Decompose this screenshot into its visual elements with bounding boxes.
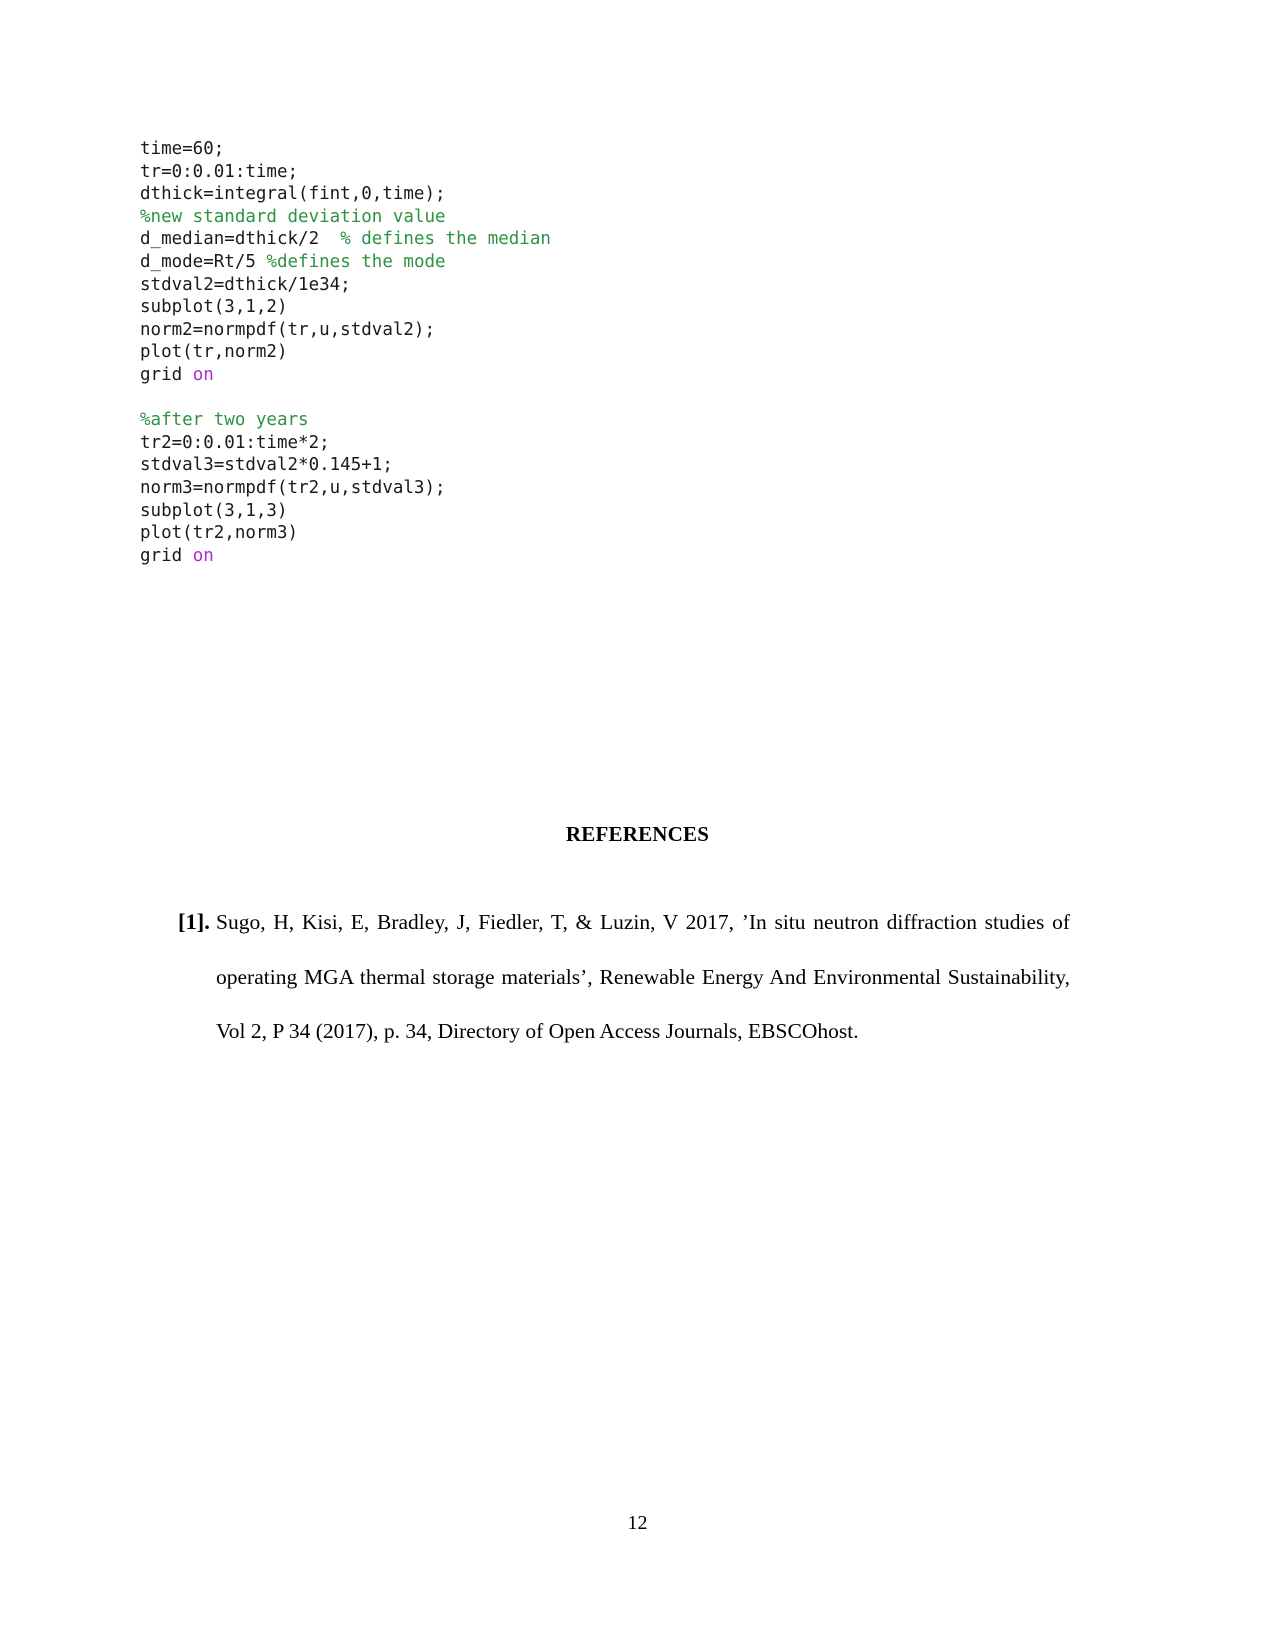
code-token-plain: stdval2=dthick/1e34; bbox=[140, 274, 351, 295]
code-token-plain: grid bbox=[140, 364, 193, 385]
code-line: norm3=normpdf(tr2,u,stdval3); bbox=[140, 477, 1100, 500]
document-page: time=60; tr=0:0.01:time; dthick=integral(f… bbox=[0, 0, 1275, 1650]
code-line: stdval3=stdval2*0.145+1; bbox=[140, 454, 1100, 477]
references-heading: REFERENCES bbox=[565, 822, 710, 846]
code-token-plain: d_median=dthick/2 bbox=[140, 229, 341, 250]
page-number: 12 bbox=[627, 1512, 648, 1534]
code-line: %after two years bbox=[140, 409, 1100, 432]
code-token-plain: stdval3=stdval2*0.145+1; bbox=[140, 455, 393, 476]
code-line: norm2=normpdf(tr,u,stdval2); bbox=[140, 319, 1100, 342]
code-line: grid on bbox=[140, 364, 1100, 387]
code-token-plain: norm2=normpdf(tr,u,stdval2); bbox=[140, 319, 436, 340]
reference-text: Sugo, H, Kisi, E, Bradley, J, Fiedler, T… bbox=[216, 910, 1070, 1043]
code-token-plain: tr=0:0.01:time; bbox=[140, 161, 299, 182]
code-line: tr=0:0.01:time; bbox=[140, 161, 1100, 184]
references-list: [1]. Sugo, H, Kisi, E, Bradley, J, Fiedl… bbox=[178, 895, 1070, 1059]
code-line: tr2=0:0.01:time*2; bbox=[140, 432, 1100, 455]
code-token-comment: %new standard deviation value bbox=[140, 206, 446, 227]
code-token-plain: subplot(3,1,2) bbox=[140, 297, 288, 318]
reference-number: [1]. bbox=[178, 909, 210, 934]
code-token-plain: plot(tr,norm2) bbox=[140, 342, 288, 363]
code-line: dthick=integral(fint,0,time); bbox=[140, 183, 1100, 206]
code-line: %new standard deviation value bbox=[140, 206, 1100, 229]
code-line: plot(tr,norm2) bbox=[140, 341, 1100, 364]
code-line: subplot(3,1,2) bbox=[140, 296, 1100, 319]
code-token-comment: %after two years bbox=[140, 410, 309, 431]
code-token-plain: time=60; bbox=[140, 139, 225, 159]
matlab-code-block: time=60; tr=0:0.01:time; dthick=integral(f… bbox=[140, 138, 1100, 567]
code-line: d_median=dthick/2 % defines the median bbox=[140, 228, 1100, 251]
code-line: subplot(3,1,3) bbox=[140, 500, 1100, 523]
code-token-plain: norm3=normpdf(tr2,u,stdval3); bbox=[140, 477, 446, 498]
code-token-plain: d_mode=Rt/5 bbox=[140, 251, 267, 272]
code-line: time=60; bbox=[140, 138, 1100, 161]
reference-entry: [1]. Sugo, H, Kisi, E, Bradley, J, Fiedl… bbox=[178, 895, 1070, 1059]
code-line: grid on bbox=[140, 545, 1100, 568]
code-token-keyword: on bbox=[192, 545, 214, 566]
code-token-comment: %defines the mode bbox=[266, 251, 446, 272]
code-line: d_mode=Rt/5 %defines the mode bbox=[140, 251, 1100, 274]
code-token-plain: dthick=integral(fint,0,time); bbox=[140, 184, 446, 205]
code-token-plain: tr2=0:0.01:time*2; bbox=[140, 432, 330, 453]
code-token-plain: grid bbox=[140, 545, 193, 566]
code-line: plot(tr2,norm3) bbox=[140, 522, 1100, 545]
code-token-comment: % defines the median bbox=[340, 229, 551, 250]
code-line: stdval2=dthick/1e34; bbox=[140, 274, 1100, 297]
code-token-keyword: on bbox=[192, 364, 214, 385]
code-token-plain: subplot(3,1,3) bbox=[140, 500, 288, 521]
code-token-plain: plot(tr2,norm3) bbox=[140, 523, 299, 544]
